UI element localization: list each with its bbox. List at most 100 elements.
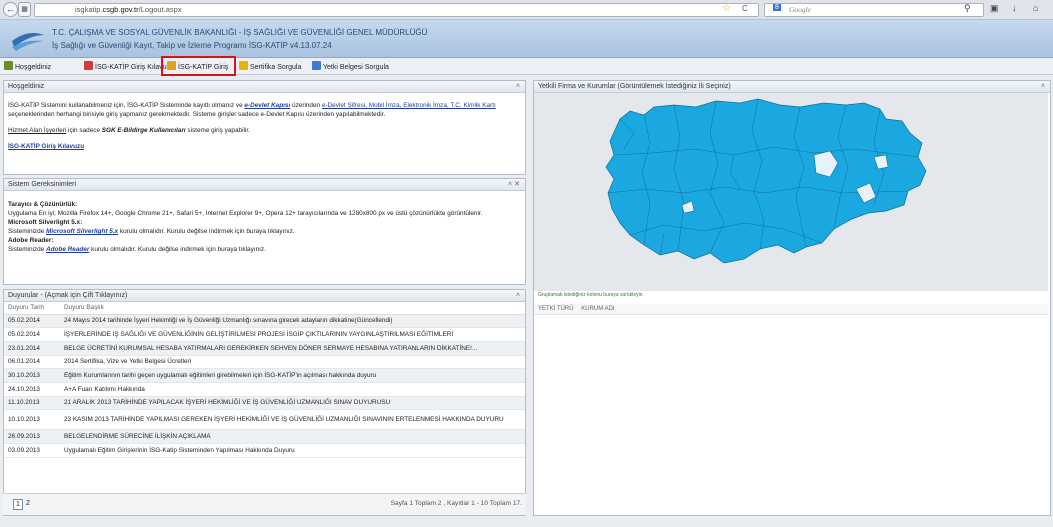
row-title: İŞYERLERİNDE İŞ SAĞLIĞI VE GÜVENLİĞİNİN … xyxy=(60,327,525,342)
table-row[interactable]: 11.10.2013 21 ARALIK 2013 TARİHİNDE YAPIL… xyxy=(4,396,525,411)
announcements-panel-title: Duyurular - (Açmak için Çift Tıklayınız) xyxy=(8,292,128,299)
col-title-header[interactable]: Duyuru Başlık xyxy=(60,302,525,315)
nav-item-authorization-query[interactable]: Yetki Belgesi Sorgula xyxy=(312,61,389,73)
page-1-button[interactable]: 1 xyxy=(13,499,23,510)
table-row[interactable]: 10.10.2013 23 KASIM 2013 TARİHİNDE YAPILM… xyxy=(4,409,525,431)
page-2-button[interactable]: 2 xyxy=(26,500,30,507)
nav-toolbar: Hoşgeldiniz İSG-KATİP Giriş Kılavuzu İSG… xyxy=(0,59,1053,75)
row-date: 05.02.2014 xyxy=(4,314,60,329)
row-title: 24 Mayıs 2014 tarihinde İşyeri Hekimliği… xyxy=(60,314,525,329)
service-workplaces-link[interactable]: Hizmet Alan İşyerleri xyxy=(8,127,66,134)
row-date: 11.10.2013 xyxy=(4,396,60,411)
companies-grid-header: YETKİ TÜRÜ KURUM ADI xyxy=(534,304,1048,315)
col-institution-name[interactable]: KURUM ADI xyxy=(581,306,614,312)
welcome-paragraph-3: İSG-KATİP Giriş Kılavuzu xyxy=(8,142,521,151)
collapse-icon[interactable]: ˄ xyxy=(516,290,520,302)
table-row[interactable]: 05.02.2014 İŞYERLERİNDE İŞ SAĞLIĞI VE GÜV… xyxy=(4,327,525,342)
reload-icon[interactable]: C xyxy=(742,4,748,13)
table-row[interactable]: 30.10.2013 Eğitim Kurumlarının tarihi geç… xyxy=(4,368,525,383)
welcome-panel: Hoşgeldiniz ˄ İSG-KATİP Sistemini kullan… xyxy=(3,80,526,175)
welcome-panel-title: Hoşgeldiniz xyxy=(8,83,45,90)
table-row[interactable]: 05.02.2014 24 Mayıs 2014 tarihinde İşyeri… xyxy=(4,314,525,329)
row-date: 05.02.2014 xyxy=(4,327,60,342)
table-row[interactable]: 03.09.2013 Uygulamalı Eğitim Girişlerinin… xyxy=(4,443,525,458)
authorized-companies-panel: Yetkili Firma ve Kurumlar (Görüntülemek … xyxy=(533,80,1051,516)
adobe-reader-link[interactable]: Adobe Reader xyxy=(46,246,89,253)
row-title: 21 ARALIK 2013 TARİHİNDE YAPILACAK İŞYER… xyxy=(60,396,525,411)
nav-item-welcome[interactable]: Hoşgeldiniz xyxy=(4,61,51,73)
col-date-header[interactable]: Duyuru Tarih xyxy=(4,302,60,315)
browser-heading: Tarayıcı & Çözünürlük: xyxy=(8,201,78,208)
home-icon[interactable]: ⌂ xyxy=(1033,3,1038,13)
province-map xyxy=(534,93,1048,291)
row-date: 30.10.2013 xyxy=(4,368,60,383)
row-title: A+A Fuarı Katılımı Hakkında xyxy=(60,382,525,397)
row-title: Eğitim Kurumlarının tarihi geçen uygulam… xyxy=(60,368,525,383)
system-requirements-panel: Sistem Gereksinimleri ˄ ✕ Tarayıcı & Çöz… xyxy=(3,178,526,285)
ministry-logo-icon xyxy=(12,33,44,51)
certificate-icon xyxy=(239,61,248,70)
silverlight-link[interactable]: Microsoft Silverlight 5.x xyxy=(46,228,118,235)
search-placeholder: Google xyxy=(789,5,812,14)
row-date: 10.10.2013 xyxy=(4,409,60,431)
paging-bar: 1 2 Sayfa 1 Toplam 2 , Kayıtlar 1 - 10 T… xyxy=(3,493,526,515)
adobe-heading: Adobe Reader: xyxy=(8,237,54,244)
header-title-ministry: T.C. ÇALIŞMA VE SOSYAL GÜVENLİK BAKANLIĞ… xyxy=(52,28,428,37)
row-title: 2014 Sertifika, Vize ve Yetki Belgesi Üc… xyxy=(60,355,525,370)
panel-controls-icon[interactable]: ˄ ✕ xyxy=(508,179,520,191)
row-date: 24.10.2013 xyxy=(4,382,60,397)
table-row[interactable]: 06.01.2014 2014 Sertifika, Vize ve Yetki … xyxy=(4,355,525,370)
system-panel-header: Sistem Gereksinimleri ˄ ✕ xyxy=(4,179,525,191)
home-tab-icon[interactable]: ▦ xyxy=(18,2,31,17)
url-bar[interactable]: isgkatip.csgb.gov.tr/Logout.aspx xyxy=(34,3,759,17)
row-title: 23 KASIM 2013 TARİHİNDE YAPILMASI GEREKE… xyxy=(60,409,525,431)
welcome-paragraph-1: İSG-KATİP Sistemini kullanabilmeniz için… xyxy=(8,102,496,118)
login-methods-link[interactable]: e-Devlet Şifresi, Mobil İmza, Elektronik… xyxy=(322,102,496,109)
table-row[interactable]: 23.01.2014 BELGE ÜCRETİNİ KURUMSAL HESABA… xyxy=(4,341,525,356)
bookmarks-icon[interactable]: ▣ xyxy=(990,3,999,14)
silverlight-heading: Microsoft Silverlight 5.x: xyxy=(8,219,83,226)
star-icon[interactable]: ☆ xyxy=(722,3,731,14)
nav-item-certificate-query[interactable]: Sertifika Sorgula xyxy=(239,61,301,73)
row-date: 03.09.2013 xyxy=(4,443,60,458)
browser-toolbar: ← ▦ isgkatip.csgb.gov.tr/Logout.aspx ☆ C… xyxy=(0,0,1053,20)
row-date: 06.01.2014 xyxy=(4,355,60,370)
authorization-icon xyxy=(312,61,321,70)
table-row[interactable]: 24.10.2013 A+A Fuarı Katılımı Hakkında xyxy=(4,382,525,397)
map-panel-header: Yetkili Firma ve Kurumlar (Görüntülemek … xyxy=(534,81,1050,93)
row-title: Uygulamalı Eğitim Girişlerinin İSG-Katip… xyxy=(60,443,525,458)
login-highlight-box xyxy=(161,56,236,76)
paging-info: Sayfa 1 Toplam 2 , Kayıtlar 1 - 10 Topla… xyxy=(390,500,522,507)
app-header: T.C. ÇALIŞMA VE SOSYAL GÜVENLİK BAKANLIĞ… xyxy=(0,20,1053,58)
google-icon: 8 xyxy=(773,4,781,11)
row-date: 26.09.2013 xyxy=(4,429,60,444)
welcome-panel-body: İSG-KATİP Sistemini kullanabilmeniz için… xyxy=(4,93,525,155)
announcements-panel: Duyurular - (Açmak için Çift Tıklayınız)… xyxy=(3,289,526,516)
search-icon[interactable]: ⚲ xyxy=(964,3,971,14)
row-title: BELGELENDİRME SÜRECİNE İLİŞKİN AÇIKLAMA xyxy=(60,429,525,444)
login-guide-link[interactable]: İSG-KATİP Giriş Kılavuzu xyxy=(8,143,84,150)
welcome-icon xyxy=(4,61,13,70)
row-title: BELGE ÜCRETİNİ KURUMSAL HESABA YATIRMALA… xyxy=(60,341,525,356)
system-panel-body: Tarayıcı & Çözünürlük: Uygulama En iyi; … xyxy=(8,201,483,253)
edevlet-link[interactable]: e-Devlet Kapısı xyxy=(244,102,290,109)
map-panel-title: Yetkili Firma ve Kurumlar (Görüntülemek … xyxy=(538,83,731,90)
url-domain: csgb.gov.tr xyxy=(102,5,139,14)
collapse-icon[interactable]: ˄ xyxy=(1041,81,1045,93)
back-icon[interactable]: ← xyxy=(3,2,18,17)
turkey-map[interactable] xyxy=(534,93,1048,291)
collapse-icon[interactable]: ˄ xyxy=(516,81,520,93)
header-title-program: İş Sağlığı ve Güvenliği Kayıt, Takip ve … xyxy=(52,41,332,50)
welcome-panel-header: Hoşgeldiniz ˄ xyxy=(4,81,525,93)
group-drag-hint[interactable]: Gruplamak istediğiniz kolonu buraya sürü… xyxy=(538,292,643,298)
col-authorization-type[interactable]: YETKİ TÜRÜ xyxy=(538,306,574,312)
search-input[interactable]: Google xyxy=(764,3,984,17)
system-panel-title: Sistem Gereksinimleri xyxy=(8,181,77,188)
url-prefix: isgkatip. xyxy=(75,5,103,14)
table-row[interactable]: 26.09.2013 BELGELENDİRME SÜRECİNE İLİŞKİN… xyxy=(4,429,525,444)
pdf-icon xyxy=(84,61,93,70)
welcome-paragraph-2: Hizmet Alan İşyerleri için sadece SGK E-… xyxy=(8,127,250,134)
browser-text: Uygulama En iyi; Mozilla Firefox 14+, Go… xyxy=(8,210,483,217)
announcements-panel-header: Duyurular - (Açmak için Çift Tıklayınız)… xyxy=(4,290,525,302)
download-icon[interactable]: ↓ xyxy=(1012,3,1017,13)
